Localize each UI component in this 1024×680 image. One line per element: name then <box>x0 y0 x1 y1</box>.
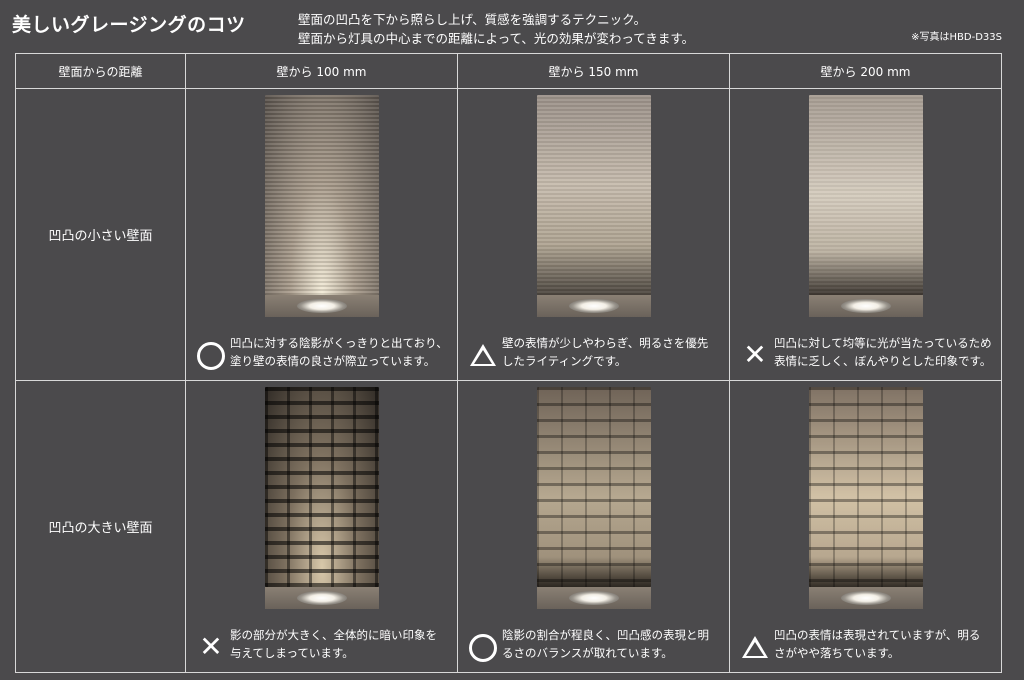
triangle-icon <box>740 633 770 663</box>
caption-line: るさのバランスが取れています。 <box>502 646 673 660</box>
page-title: 美しいグレージングのコツ <box>12 14 246 36</box>
description-line-1: 壁面の凹凸を下から照らし上げ、質感を強調するテクニック。 <box>298 12 647 27</box>
caption-line: 塗り壁の表情の良さが際立っています。 <box>230 354 436 368</box>
row-large-relief: 凹凸の大きい壁面 ✕ 影の部分が大きく、全体的に暗い印象を 与えてしまっています… <box>15 380 1002 673</box>
cell: 壁の表情が少しやわらぎ、明るさを優先 したライティングです。 <box>457 88 730 381</box>
cell: 陰影の割合が程良く、凹凸感の表現と明 るさのバランスが取れています。 <box>457 380 730 673</box>
cross-icon: ✕ <box>199 630 223 663</box>
photo-note: ※写真はHBD-D33S <box>911 32 1002 43</box>
caption-line: 凹凸に対して均等に光が当たっているため <box>774 336 992 350</box>
description-line-2: 壁面から灯具の中心までの距離によって、光の効果が変わってきます。 <box>298 31 695 46</box>
caption-line: さがやや落ちています。 <box>774 646 900 660</box>
wall-photo <box>264 95 379 295</box>
row-small-relief: 凹凸の小さい壁面 凹凸に対する陰影がくっきりと出ており、 塗り壁の表情の良さが際… <box>15 88 1002 381</box>
cross-icon: ✕ <box>743 338 767 371</box>
comparison-table: 壁面からの距離 壁から 100 mm 壁から 150 mm 壁から 200 mm… <box>15 53 1002 673</box>
circle-icon <box>468 633 498 663</box>
column-header-100: 壁から 100 mm <box>185 53 458 89</box>
caption: 凹凸の表情は表現されていますが、明る さがやや落ちています。 <box>774 626 980 662</box>
triangle-icon <box>468 341 498 371</box>
wall-photo <box>536 95 651 295</box>
light-fixture <box>840 299 891 313</box>
header-row: 壁面からの距離 壁から 100 mm 壁から 150 mm 壁から 200 mm <box>15 53 1002 89</box>
cell: ✕ 凹凸に対して均等に光が当たっているため 表情に乏しく、ぼんやりとした印象です… <box>729 88 1002 381</box>
caption: 壁の表情が少しやわらぎ、明るさを優先 したライティングです。 <box>502 334 708 370</box>
column-header-150: 壁から 150 mm <box>457 53 730 89</box>
caption: 凹凸に対して均等に光が当たっているため 表情に乏しく、ぼんやりとした印象です。 <box>774 334 992 370</box>
row-label-large: 凹凸の大きい壁面 <box>15 380 186 673</box>
caption: 影の部分が大きく、全体的に暗い印象を 与えてしまっています。 <box>230 626 437 662</box>
wall-photo <box>536 387 651 587</box>
wall-photo <box>808 387 923 587</box>
description: 壁面の凹凸を下から照らし上げ、質感を強調するテクニック。 壁面から灯具の中心まで… <box>298 10 694 48</box>
wall-photo <box>808 95 923 295</box>
caption-line: 凹凸に対する陰影がくっきりと出ており、 <box>230 336 448 350</box>
light-fixture <box>568 591 619 605</box>
cell: 凹凸に対する陰影がくっきりと出ており、 塗り壁の表情の良さが際立っています。 <box>185 88 458 381</box>
caption-line: 凹凸の表情は表現されていますが、明る <box>774 628 981 642</box>
cell: 凹凸の表情は表現されていますが、明る さがやや落ちています。 <box>729 380 1002 673</box>
row-label-small: 凹凸の小さい壁面 <box>15 88 186 381</box>
circle-icon <box>196 341 226 371</box>
corner-header: 壁面からの距離 <box>15 53 186 89</box>
caption-line: 影の部分が大きく、全体的に暗い印象を <box>230 628 437 642</box>
caption-line: 表情に乏しく、ぼんやりとした印象です。 <box>774 354 992 368</box>
column-header-200: 壁から 200 mm <box>729 53 1002 89</box>
cell: ✕ 影の部分が大きく、全体的に暗い印象を 与えてしまっています。 <box>185 380 458 673</box>
caption: 凹凸に対する陰影がくっきりと出ており、 塗り壁の表情の良さが際立っています。 <box>230 334 448 370</box>
caption-line: 与えてしまっています。 <box>230 646 354 660</box>
wall-photo <box>264 387 379 587</box>
caption-line: 壁の表情が少しやわらぎ、明るさを優先 <box>502 336 709 350</box>
caption: 陰影の割合が程良く、凹凸感の表現と明 るさのバランスが取れています。 <box>502 626 709 662</box>
light-fixture <box>840 591 891 605</box>
caption-line: したライティングです。 <box>502 354 627 368</box>
caption-line: 陰影の割合が程良く、凹凸感の表現と明 <box>502 628 709 642</box>
light-fixture <box>296 591 347 605</box>
light-fixture <box>568 299 619 313</box>
light-fixture <box>296 299 347 313</box>
